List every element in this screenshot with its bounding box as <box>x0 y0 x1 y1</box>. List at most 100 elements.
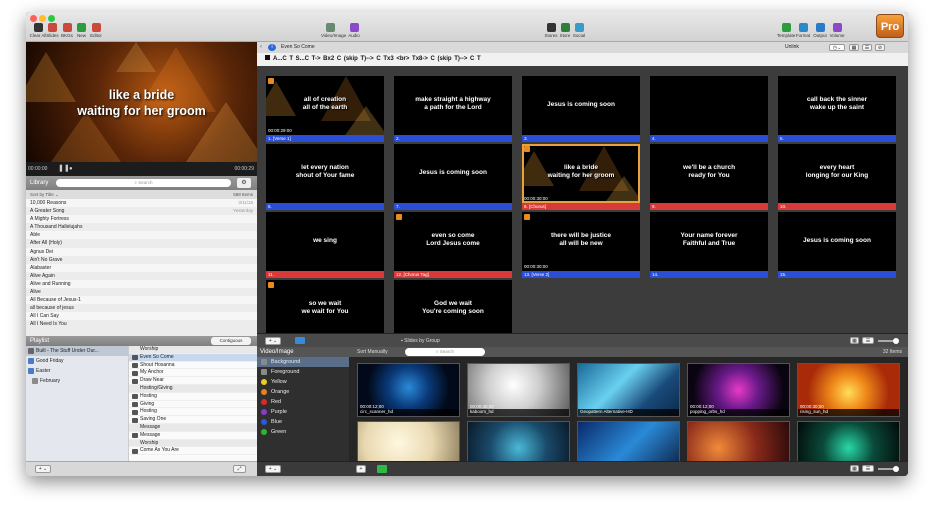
library-item[interactable]: All Because of Jesus-1 <box>26 296 257 305</box>
library-item[interactable]: Alive <box>26 288 257 296</box>
slide-thumbnail[interactable]: we sing 11. <box>266 212 384 278</box>
slide-thumbnail[interactable]: like a bride waiting for her groom 00:00:… <box>522 144 640 210</box>
library-item[interactable]: A Mighty Fortress <box>26 215 257 224</box>
library-item[interactable]: A Greater Song Yesterday <box>26 207 257 215</box>
media-category-background[interactable]: Background <box>257 357 349 367</box>
library-item[interactable]: A Thousand Hallelujahs <box>26 223 257 231</box>
slide-thumbnail[interactable]: let every nation shout of Your fame 6. <box>266 144 384 210</box>
expand-icon[interactable]: ⤢ <box>233 465 246 473</box>
playlist-header-item[interactable]: Worship <box>129 439 257 448</box>
slide-thumbnail[interactable]: 4. <box>650 76 768 142</box>
library-item[interactable]: All I Need Is You <box>26 320 257 328</box>
library-search-input[interactable]: ⌕ Search <box>56 179 231 187</box>
clock-icon[interactable]: ◷⌄ <box>829 44 845 51</box>
playlist-item[interactable]: February <box>26 376 128 386</box>
hide-panel-icon[interactable]: ⊘ <box>875 44 885 51</box>
playlist-song[interactable]: Draw Near <box>129 377 257 385</box>
library-item[interactable]: all because of jesus <box>26 304 257 312</box>
contiguous-button[interactable]: Contiguous <box>211 337 251 345</box>
slide-thumbnail[interactable]: Jesus is coming soon 7. <box>394 144 512 210</box>
playlist-song[interactable]: My Anchor <box>129 369 257 378</box>
social-button[interactable]: Social <box>570 23 588 38</box>
library-item[interactable]: Agnus Dei <box>26 247 257 256</box>
list-size-icon[interactable]: ☰ <box>862 337 874 344</box>
library-item[interactable]: 10,000 Reasons 3/11/15 <box>26 199 257 208</box>
playlist-song[interactable]: Message <box>129 432 257 440</box>
format-button[interactable]: Format <box>794 23 812 38</box>
media-category-green[interactable]: Green <box>257 427 349 437</box>
playlist-header-item[interactable]: Worship <box>129 346 257 354</box>
zoom-window-button[interactable] <box>48 15 55 22</box>
add-slide-button[interactable]: + ⌄ <box>265 337 281 345</box>
slide-thumbnail[interactable]: so we wait we wait for You00:00:30:00 <box>266 280 384 339</box>
add-category-button[interactable]: + ⌄ <box>265 465 281 473</box>
playlist-song[interactable]: Shout Hosanna <box>129 362 257 370</box>
media-sort-label[interactable]: Sort Manually <box>357 347 388 357</box>
slide-thumbnail[interactable]: there will be justice all will be new 00:… <box>522 212 640 278</box>
video-image-button[interactable]: Video/Image <box>321 23 346 38</box>
media-category-red[interactable]: Red <box>257 397 349 407</box>
library-item[interactable]: Alive and Running <box>26 279 257 289</box>
slide-thumbnail[interactable]: call back the sinner wake up the saint 5. <box>778 76 896 142</box>
library-item[interactable]: Alive Again <box>26 272 257 280</box>
media-category-foreground[interactable]: Foreground <box>257 367 349 377</box>
playlist-song[interactable]: Hosting <box>129 408 257 417</box>
media-category-blue[interactable]: Blue <box>257 417 349 427</box>
volume-button[interactable]: Volume <box>828 23 846 38</box>
playlist-header-item[interactable]: Message <box>129 423 257 432</box>
media-list-icon[interactable]: ☰ <box>862 465 874 472</box>
slide-thumbnail[interactable]: God we wait You're coming soon <box>394 280 512 339</box>
playlist-song[interactable]: Giving <box>129 401 257 409</box>
minimize-window-button[interactable] <box>39 15 46 22</box>
media-thumbnail[interactable]: 00:00:30;00 kaboom_hd <box>467 363 570 417</box>
pause-icon[interactable]: ❚❚ <box>58 162 70 176</box>
playlist-song[interactable]: Hosting <box>129 393 257 401</box>
media-green-icon[interactable] <box>377 465 387 473</box>
playlist-item[interactable]: Built - The Stuff Under Our... <box>26 346 128 356</box>
audio-button[interactable]: Audio <box>345 23 363 38</box>
zoom-slider-knob[interactable] <box>893 338 899 344</box>
info-icon[interactable]: i <box>268 44 276 51</box>
template-button[interactable]: Template <box>777 23 795 38</box>
slide-thumbnail[interactable]: all of creation all of the earth 00:00:29… <box>266 76 384 142</box>
media-category-yellow[interactable]: Yellow <box>257 377 349 387</box>
library-item[interactable]: Able <box>26 231 257 240</box>
library-sort-bar[interactable]: Sort by Title ⌄ 588 Items <box>26 190 257 199</box>
slide-thumbnail[interactable]: Jesus is coming soon 15. <box>778 212 896 278</box>
media-search-input[interactable]: ⌕ Search <box>405 348 485 356</box>
unlink-button[interactable]: Unlink <box>785 42 799 53</box>
slide-thumbnail[interactable]: we'll be a church ready for You 9. <box>650 144 768 210</box>
media-grid-icon[interactable]: ▦ <box>850 465 859 472</box>
slide-thumbnail[interactable]: every heart longing for our King 10. <box>778 144 896 210</box>
output-button[interactable]: Output <box>811 23 829 38</box>
media-category-purple[interactable]: Purple <box>257 407 349 417</box>
media-thumbnail[interactable]: Geopattern Alternative-HD <box>577 363 680 417</box>
playlist-song[interactable]: Even So Come <box>129 353 257 362</box>
playlist-item[interactable]: Good Friday <box>26 356 128 366</box>
record-dot-icon[interactable]: ● <box>69 162 73 176</box>
media-zoom-knob[interactable] <box>893 466 899 472</box>
media-thumbnail[interactable]: 00:00:12;00 popping_orbs_hd <box>687 363 790 417</box>
media-thumbnail[interactable]: 00:00:30;00 rising_sun_hd <box>797 363 900 417</box>
media-category-orange[interactable]: Orange <box>257 387 349 397</box>
grid-view-icon[interactable]: ▦ <box>849 44 859 51</box>
slide-mode-icon[interactable] <box>295 337 305 344</box>
slide-thumbnail[interactable]: even so come Lord Jesus come 12. [Chorus … <box>394 212 512 278</box>
playlist-song[interactable]: Come As You Are <box>129 447 257 456</box>
library-item[interactable]: Alabaster <box>26 263 257 272</box>
chevron-left-icon[interactable]: ‹ <box>260 42 262 53</box>
grid-size-icon[interactable]: ▦ <box>850 337 859 344</box>
slide-thumbnail[interactable]: Jesus is coming soon 3. <box>522 76 640 142</box>
library-gear-button[interactable]: ⚙ <box>237 178 251 188</box>
media-thumbnail[interactable]: 00:00:12;00 circ_scanner_hd <box>357 363 460 417</box>
add-media-button[interactable]: + <box>356 465 366 473</box>
close-window-button[interactable] <box>30 15 37 22</box>
slide-thumbnail[interactable]: Your name forever Faithful and True 14. <box>650 212 768 278</box>
library-item[interactable]: All I Can Say <box>26 312 257 321</box>
playlist-song[interactable]: Saving One <box>129 416 257 424</box>
library-item[interactable]: Ain't No Grave <box>26 256 257 264</box>
library-item[interactable]: After All (Holy) <box>26 239 257 247</box>
slide-thumbnail[interactable]: make straight a highway a path for the L… <box>394 76 512 142</box>
editor-button[interactable]: Editor <box>87 23 105 38</box>
list-view-icon[interactable]: ☰ <box>862 44 872 51</box>
